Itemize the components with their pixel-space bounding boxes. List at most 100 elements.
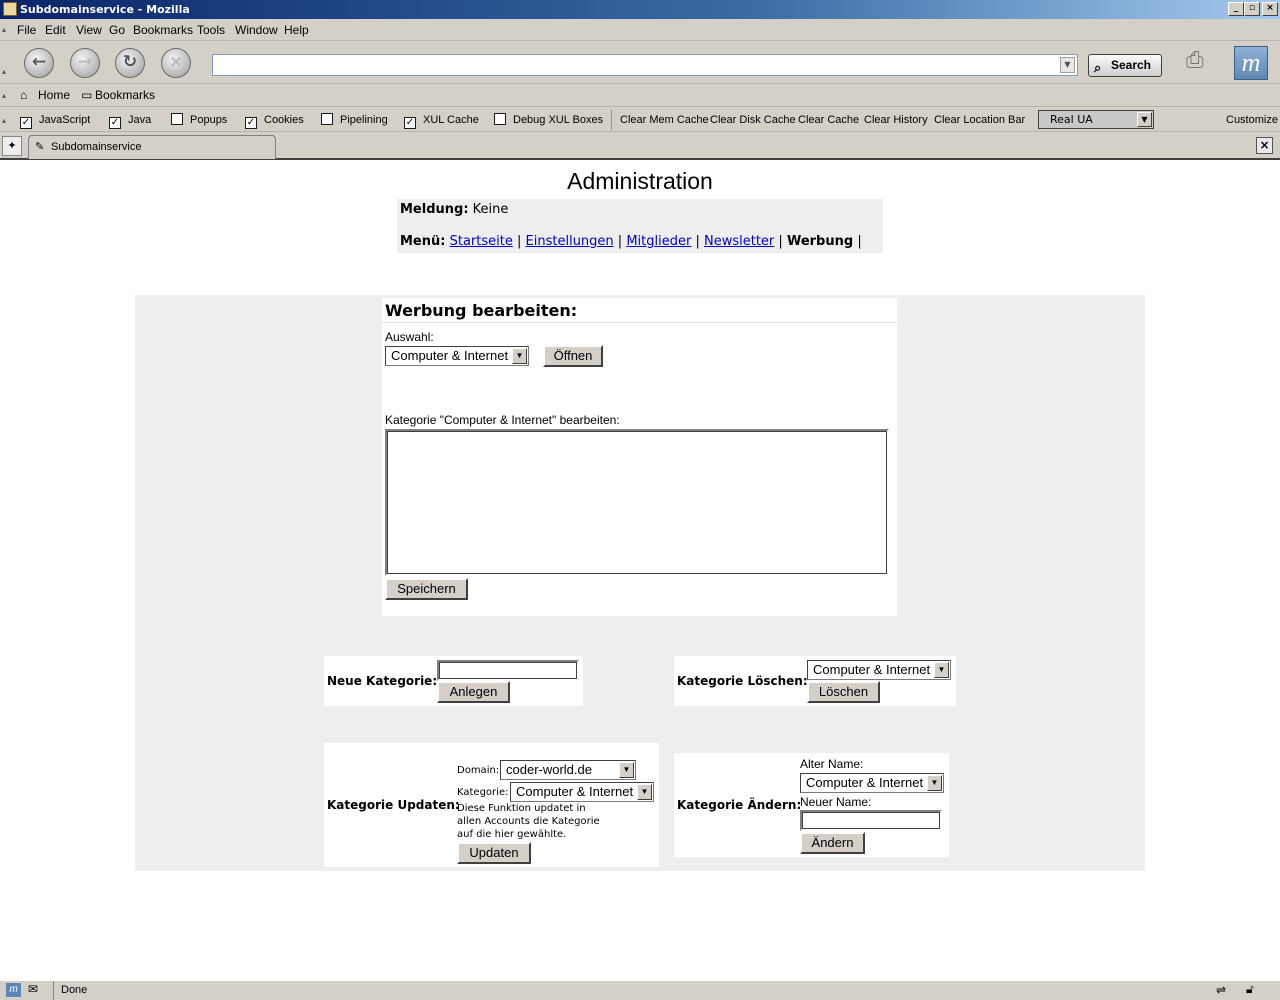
clear-mem-cache-button[interactable]: Clear Mem Cache xyxy=(620,113,709,127)
delete-category-select[interactable]: Computer & Internet ▼ xyxy=(807,660,951,680)
domain-select[interactable]: coder-world.de ▼ xyxy=(500,760,636,780)
chevron-down-icon[interactable]: ▼ xyxy=(637,784,652,800)
pipelining-checkbox[interactable]: Pipelining xyxy=(321,113,388,127)
debug-xul-boxes-checkbox[interactable]: Debug XUL Boxes xyxy=(494,113,603,127)
category-select[interactable]: Computer & Internet ▼ xyxy=(385,346,529,366)
chevron-down-icon[interactable]: ▼ xyxy=(927,775,942,791)
domain-label: Domain: xyxy=(457,765,500,776)
print-icon[interactable]: ⎙ xyxy=(1186,48,1204,73)
close-window-button[interactable]: × xyxy=(1262,2,1278,16)
save-button[interactable]: Speichern xyxy=(385,578,468,600)
xul-cache-checkbox[interactable]: ✓ XUL Cache xyxy=(404,113,479,129)
open-button[interactable]: Öffnen xyxy=(543,345,603,367)
cookies-checkbox[interactable]: ✓ Cookies xyxy=(245,113,304,129)
home-icon[interactable]: ⌂ xyxy=(20,88,27,102)
separator: | xyxy=(617,234,623,249)
menu-bar: ▴ File Edit View Go Bookmarks Tools Wind… xyxy=(0,19,1280,41)
forward-icon[interactable]: → xyxy=(70,48,100,78)
update-note-line-2: allen Accounts die Kategorie xyxy=(457,816,600,827)
menu-tools[interactable]: Tools xyxy=(197,23,225,37)
checkbox-checked-icon: ✓ xyxy=(245,117,257,129)
back-icon[interactable]: ← xyxy=(24,48,54,78)
minimize-button[interactable]: _ xyxy=(1228,2,1244,16)
popups-checkbox[interactable]: Popups xyxy=(171,113,227,127)
delete-category-button[interactable]: Löschen xyxy=(807,681,880,703)
delete-category-label: Kategorie Löschen: xyxy=(677,674,808,688)
checkbox-checked-icon: ✓ xyxy=(404,117,416,129)
java-checkbox[interactable]: ✓ Java xyxy=(109,113,152,129)
toolbar-grip-icon[interactable]: ▴ xyxy=(2,116,10,125)
separator: | xyxy=(857,234,862,249)
customize-button[interactable]: Customize xyxy=(1226,113,1278,127)
menu-file[interactable]: File xyxy=(17,23,36,37)
mozilla-throbber-icon[interactable]: m xyxy=(1234,46,1268,80)
status-text: Done xyxy=(61,984,88,996)
checkbox-unchecked-icon xyxy=(321,113,333,125)
checkbox-checked-icon: ✓ xyxy=(109,117,121,129)
toolbar-grip-icon[interactable]: ▴ xyxy=(2,67,10,76)
user-agent-select[interactable]: Real UA ▼ xyxy=(1038,110,1154,129)
nav-link-mitglieder[interactable]: Mitglieder xyxy=(626,234,691,249)
mail-icon[interactable]: ✉ xyxy=(28,982,38,996)
update-button[interactable]: Updaten xyxy=(457,842,531,864)
nav-link-einstellungen[interactable]: Einstellungen xyxy=(526,234,614,249)
menu-go[interactable]: Go xyxy=(109,23,125,37)
new-category-input[interactable] xyxy=(437,660,579,681)
nav-link-newsletter[interactable]: Newsletter xyxy=(704,234,774,249)
chevron-down-icon[interactable]: ▼ xyxy=(619,762,634,778)
stop-icon[interactable]: × xyxy=(161,48,191,78)
chevron-down-icon[interactable]: ▼ xyxy=(1137,112,1152,127)
clear-history-button[interactable]: Clear History xyxy=(864,113,928,127)
online-status-icon[interactable]: ⇌ xyxy=(1216,983,1226,997)
url-history-dropdown-icon[interactable]: ▼ xyxy=(1060,57,1075,73)
ad-code-textarea[interactable] xyxy=(385,429,889,576)
search-button[interactable]: ⌕ Search xyxy=(1088,54,1162,77)
admin-menu: Menü: Startseite | Einstellungen | Mitgl… xyxy=(400,234,880,249)
close-tab-icon[interactable]: × xyxy=(1256,137,1273,154)
clear-cache-button[interactable]: Clear Cache xyxy=(798,113,859,127)
message-box: Meldung: Keine Menü: Startseite | Einste… xyxy=(397,199,883,253)
checkbox-label: Java xyxy=(128,114,152,126)
toolbar-grip-icon[interactable]: ▴ xyxy=(2,25,10,34)
old-name-label: Alter Name: xyxy=(800,757,864,771)
mozilla-app-icon xyxy=(3,2,17,16)
reload-icon[interactable]: ↻ xyxy=(115,48,145,78)
update-category-select-value: Computer & Internet xyxy=(516,784,634,799)
old-name-select[interactable]: Computer & Internet ▼ xyxy=(800,773,944,793)
new-tab-icon[interactable]: ✦ xyxy=(2,136,22,156)
tab-subdomainservice[interactable]: ✎ Subdomainservice xyxy=(28,135,276,159)
user-agent-value: Real UA xyxy=(1050,113,1093,126)
menu-bookmarks[interactable]: Bookmarks xyxy=(133,23,193,37)
category-select-label: Auswahl: xyxy=(385,330,434,344)
javascript-checkbox[interactable]: ✓ JavaScript xyxy=(20,113,90,129)
clear-location-bar-button[interactable]: Clear Location Bar xyxy=(934,113,1025,127)
rename-button[interactable]: Ändern xyxy=(800,832,865,854)
url-input[interactable] xyxy=(213,55,1077,75)
create-category-button[interactable]: Anlegen xyxy=(437,681,510,703)
menu-window[interactable]: Window xyxy=(235,23,278,37)
checkbox-label: Popups xyxy=(190,114,228,126)
textarea-label: Kategorie "Computer & Internet" bearbeit… xyxy=(385,413,620,427)
page-icon: ✎ xyxy=(35,141,45,153)
bookmarks-folder-icon[interactable]: ▭ xyxy=(81,88,92,102)
chevron-down-icon[interactable]: ▼ xyxy=(512,348,527,364)
bookmarks-button[interactable]: Bookmarks xyxy=(95,88,155,102)
menu-view[interactable]: View xyxy=(76,23,102,37)
nav-link-startseite[interactable]: Startseite xyxy=(450,234,513,249)
search-icon: ⌕ xyxy=(1094,60,1102,75)
update-category-select[interactable]: Computer & Internet ▼ xyxy=(510,782,654,802)
page-title: Administration xyxy=(567,168,713,194)
menu-label: Menü: xyxy=(400,234,446,249)
chevron-down-icon[interactable]: ▼ xyxy=(934,662,949,678)
toolbar-grip-icon[interactable]: ▴ xyxy=(2,91,10,100)
maximize-button[interactable]: ▫ xyxy=(1244,2,1260,16)
url-bar[interactable] xyxy=(212,54,1078,76)
edit-ads-heading: Werbung bearbeiten: xyxy=(382,298,897,323)
clear-disk-cache-button[interactable]: Clear Disk Cache xyxy=(710,113,796,127)
new-name-input[interactable] xyxy=(800,810,942,831)
menu-edit[interactable]: Edit xyxy=(45,23,66,37)
mozilla-icon[interactable]: m xyxy=(6,983,21,997)
checkbox-label: Cookies xyxy=(264,114,304,126)
menu-help[interactable]: Help xyxy=(284,23,309,37)
home-button[interactable]: Home xyxy=(38,88,70,102)
